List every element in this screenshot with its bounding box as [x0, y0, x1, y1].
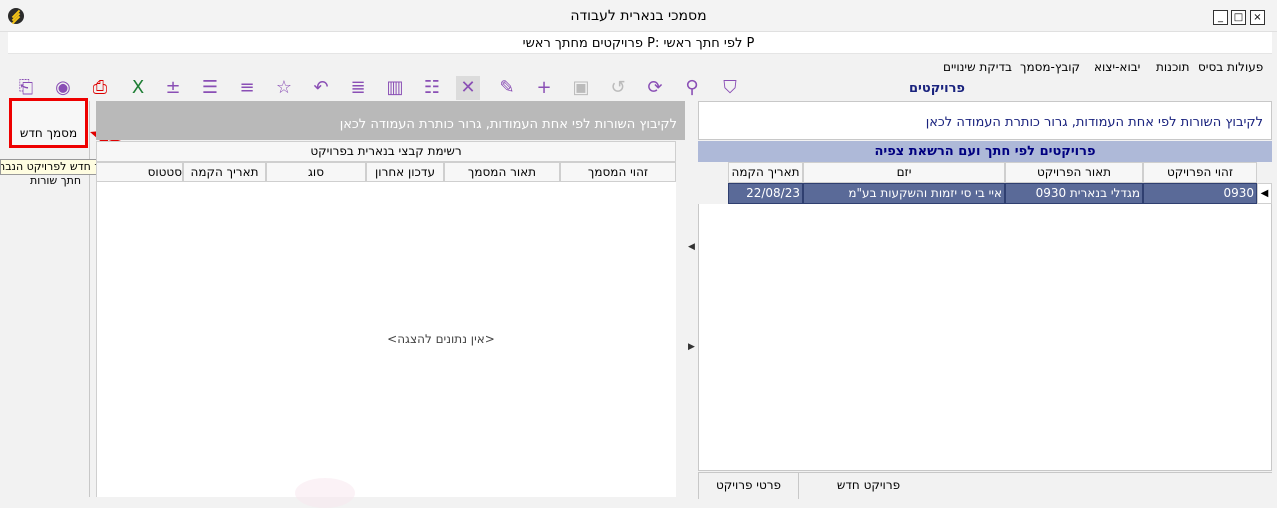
- table-cell-developer[interactable]: איי בי סי יזמות והשקעות בע"מ: [803, 183, 1005, 204]
- column-creation-date[interactable]: תאריך הקמה: [183, 162, 266, 182]
- documents-grid-caption: רשימת קבצי בנארית בפרויקט: [96, 141, 676, 162]
- no-data-message: <אין נתונים להצגה>: [387, 332, 495, 346]
- splitter-right-arrow-icon[interactable]: ▶: [688, 342, 695, 352]
- table-cell-project-date[interactable]: 22/08/23: [728, 183, 803, 204]
- project-details-button[interactable]: פרטי פרויקט: [698, 472, 798, 499]
- projects-grid-body[interactable]: [698, 204, 1272, 471]
- column-document-id[interactable]: זהוי המסמך: [560, 162, 676, 182]
- projects-group-bar: פרויקטים לפי חתך ועם הרשאת צפיה: [698, 141, 1272, 162]
- column-last-update[interactable]: עדכון אחרון: [366, 162, 444, 182]
- projects-group-hint[interactable]: לקיבוץ השורות לפי אחת העמודות, גרור כותר…: [698, 101, 1272, 140]
- column-project-description[interactable]: תאור הפרויקט: [1005, 162, 1143, 183]
- table-cell-project-description[interactable]: מגדלי בנארית 0930: [1005, 183, 1143, 204]
- column-project-date[interactable]: תאריך הקמה: [728, 162, 803, 183]
- column-status[interactable]: סטטוס: [96, 162, 183, 182]
- table-cell-project-id[interactable]: 0930: [1143, 183, 1257, 204]
- splitter-left-arrow-icon[interactable]: ◀: [688, 242, 695, 252]
- new-project-button[interactable]: פרויקט חדש: [798, 472, 938, 499]
- panel-splitter[interactable]: [687, 101, 696, 497]
- watermark-shape: [295, 478, 355, 508]
- column-developer[interactable]: יזם: [803, 162, 1005, 183]
- column-type[interactable]: סוג: [266, 162, 366, 182]
- column-project-id[interactable]: זהוי הפרויקט: [1143, 162, 1257, 183]
- documents-group-hint[interactable]: לקיבוץ השורות לפי אחת העמודות, גרור כותר…: [96, 101, 685, 140]
- column-document-description[interactable]: תאור המסמך: [444, 162, 560, 182]
- row-selector-icon[interactable]: ◀: [1257, 183, 1272, 204]
